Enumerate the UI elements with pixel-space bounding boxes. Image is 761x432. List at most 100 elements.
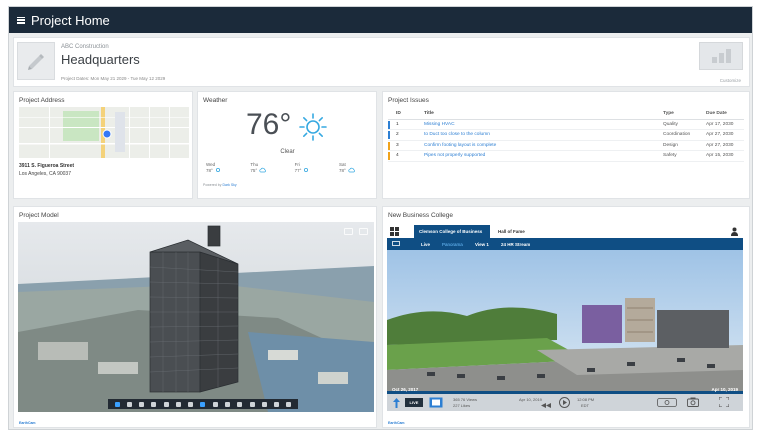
play-button[interactable] xyxy=(559,397,570,408)
address-card-title: Project Address xyxy=(19,97,65,104)
forecast-temp: 78° xyxy=(206,167,213,173)
table-row[interactable]: 3 Confirm footing layout is complete Des… xyxy=(388,141,744,151)
camera-image[interactable]: Oct 26, 2017 Apr 10, 2019 xyxy=(387,250,743,394)
dark-sky-link[interactable]: Dark Sky xyxy=(222,183,236,187)
issue-title-link[interactable]: Pipes not properly supported xyxy=(424,153,485,158)
project-name: Headquarters xyxy=(61,52,140,67)
issue-title-link[interactable]: to Duct too close to the column xyxy=(424,132,490,137)
weather-credit: Powered by Dark Sky xyxy=(203,183,237,187)
forecast-temp: 77° xyxy=(294,167,302,173)
live-button[interactable]: LIVE xyxy=(405,398,423,407)
project-logo xyxy=(17,42,55,80)
project-thumbnail xyxy=(699,42,743,70)
walk-icon[interactable] xyxy=(175,401,181,407)
camera-switch-icon[interactable] xyxy=(657,398,677,407)
snapshot-icon[interactable] xyxy=(687,397,699,407)
app-title: Project Home xyxy=(31,12,110,28)
viewer-top-tools xyxy=(344,228,368,235)
camera-tab-bar: Clemson College of Business Hall of Fame xyxy=(387,225,743,238)
current-time: 12:08 PM xyxy=(577,397,595,402)
project-header: ABC Construction Headquarters Project Da… xyxy=(13,37,750,87)
viewer-toolbar xyxy=(108,399,298,409)
fit-view-icon[interactable] xyxy=(151,401,157,407)
table-row[interactable]: 4 Pipes not properly supported Safety Ap… xyxy=(388,151,744,162)
timeline-start-date: Oct 26, 2017 xyxy=(392,387,419,392)
gallery-icon[interactable] xyxy=(429,397,443,408)
zoom-icon[interactable] xyxy=(139,401,145,407)
current-temperature: 76° xyxy=(246,108,292,141)
campus-photo xyxy=(387,250,743,394)
tab-hall-of-fame[interactable]: Hall of Fame xyxy=(493,225,530,238)
camera-card: New Business College Clemson College of … xyxy=(382,206,750,428)
app-frame: Project Home ABC Construction Headquarte… xyxy=(8,6,753,430)
tab-panorama[interactable]: Panorama xyxy=(442,238,463,250)
views-count: 365 76 Views xyxy=(453,397,477,402)
measure-icon[interactable] xyxy=(188,401,194,407)
issue-status-bar xyxy=(388,141,390,150)
pan-icon[interactable] xyxy=(126,401,132,407)
model-viewer[interactable] xyxy=(18,222,374,412)
monitor-icon[interactable] xyxy=(392,241,400,247)
pin-icon[interactable] xyxy=(392,398,401,408)
address-map[interactable] xyxy=(19,107,189,158)
address-line-1: 3911 S. Figueroa Street xyxy=(19,163,75,169)
top-bar: Project Home xyxy=(9,7,752,33)
tab-24hr-stream[interactable]: 24 HR Stream xyxy=(501,238,530,250)
markup-icon[interactable] xyxy=(274,401,280,407)
issue-status-bar xyxy=(388,152,390,160)
sun-icon xyxy=(299,113,327,141)
play-icon xyxy=(563,400,567,405)
user-icon[interactable] xyxy=(731,227,738,236)
forecast-day: Wed 78° xyxy=(206,162,238,173)
sun-icon xyxy=(304,167,309,173)
model-card-title: Project Model xyxy=(19,212,59,219)
weather-card-title: Weather xyxy=(203,97,228,104)
menu-icon[interactable] xyxy=(17,16,25,24)
issue-status-bar xyxy=(388,131,390,139)
current-date: Apr 10, 2019 xyxy=(519,397,542,402)
forecast-day: Sat 78° xyxy=(339,162,371,173)
rewind-icon[interactable] xyxy=(541,403,555,408)
expand-icon[interactable] xyxy=(719,397,729,407)
camera-card-title: New Business College xyxy=(388,212,454,219)
properties-icon[interactable] xyxy=(237,401,243,407)
model-browser-icon[interactable] xyxy=(225,401,231,407)
forecast-day: Fri 77° xyxy=(295,162,327,173)
tab-view-1[interactable]: View 1 xyxy=(475,238,489,250)
cloud-icon xyxy=(259,167,267,173)
section-icon[interactable] xyxy=(200,401,206,407)
weather-condition: Clear xyxy=(280,149,295,155)
likes-count: 227 Likes xyxy=(453,403,471,408)
earthcam-logo: EarthCam xyxy=(19,421,36,425)
table-row[interactable]: 2 to Duct too close to the column Coordi… xyxy=(388,130,744,141)
tab-live[interactable]: Live xyxy=(421,238,430,250)
issue-title-link[interactable]: Confirm footing layout is complete xyxy=(424,143,496,148)
pencil-icon xyxy=(28,54,44,70)
grid-icon[interactable] xyxy=(390,227,399,236)
cloud-icon xyxy=(348,167,355,173)
company-name: ABC Construction xyxy=(61,44,109,50)
filter-icon[interactable] xyxy=(359,228,368,235)
fullscreen-icon[interactable] xyxy=(261,401,267,407)
weather-card: Weather 76° Clear Wed 78° Thu 75° Fri 77… xyxy=(197,91,377,199)
camera-icon[interactable] xyxy=(344,228,353,235)
address-card: Project Address 3911 S. Figueroa Street … xyxy=(13,91,193,199)
table-row[interactable]: 1 Missing HVAC Quality Apr 17, 2030 xyxy=(388,120,744,130)
tab-clemson-college[interactable]: Clemson College of Business xyxy=(414,225,490,238)
layers-icon[interactable] xyxy=(286,401,292,407)
issues-card-title: Project Issues xyxy=(388,97,429,104)
camera-icon[interactable] xyxy=(163,401,169,407)
customize-link[interactable]: Customize xyxy=(720,78,741,83)
forecast-temp: 75° xyxy=(250,167,258,173)
orbit-icon[interactable] xyxy=(114,401,120,407)
explode-icon[interactable] xyxy=(212,401,218,407)
issues-header-row: ID Title Type Due Date xyxy=(388,109,744,120)
earthcam-logo: EarthCam xyxy=(388,421,405,425)
settings-icon[interactable] xyxy=(249,401,255,407)
issues-card: Project Issues ID Title Type Due Date 1 … xyxy=(382,91,750,199)
issue-status-bar xyxy=(388,120,390,129)
issues-table: ID Title Type Due Date 1 Missing HVAC Qu… xyxy=(388,109,744,162)
sun-icon xyxy=(215,167,220,173)
issue-title-link[interactable]: Missing HVAC xyxy=(424,122,455,127)
forecast-temp: 78° xyxy=(338,167,346,173)
